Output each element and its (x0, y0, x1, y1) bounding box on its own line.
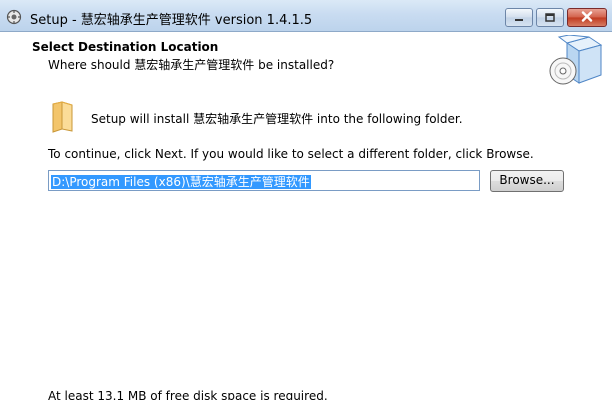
destination-path-value: D:\Program Files (x86)\慧宏轴承生产管理软件 (51, 175, 311, 189)
maximize-button[interactable] (536, 8, 564, 27)
close-icon (581, 10, 593, 25)
wizard-header: Select Destination Location Where should… (0, 33, 612, 89)
setup-window: Setup - 慧宏轴承生产管理软件 version 1.4.1.5 Selec… (0, 0, 612, 400)
destination-path-input[interactable]: D:\Program Files (x86)\慧宏轴承生产管理软件 (48, 170, 480, 191)
browse-button[interactable]: Browse... (490, 170, 564, 192)
setup-box-cd-icon (545, 34, 603, 87)
title-bar[interactable]: Setup - 慧宏轴承生产管理软件 version 1.4.1.5 (0, 0, 612, 32)
maximize-icon (545, 11, 555, 25)
minimize-icon (514, 11, 524, 25)
install-description: Setup will install 慧宏轴承生产管理软件 into the f… (91, 112, 463, 126)
instruction-text: To continue, click Next. If you would li… (48, 147, 534, 161)
page-subtitle: Where should 慧宏轴承生产管理软件 be installed? (48, 58, 335, 72)
close-button[interactable] (567, 8, 607, 27)
wizard-content: Setup will install 慧宏轴承生产管理软件 into the f… (0, 90, 612, 400)
minimize-button[interactable] (505, 8, 533, 27)
page-title: Select Destination Location (32, 40, 219, 54)
window-title: Setup - 慧宏轴承生产管理软件 version 1.4.1.5 (30, 13, 313, 28)
disk-space-requirement: At least 13.1 MB of free disk space is r… (48, 389, 328, 400)
setup-icon[interactable] (6, 9, 22, 25)
folder-icon (50, 101, 74, 133)
